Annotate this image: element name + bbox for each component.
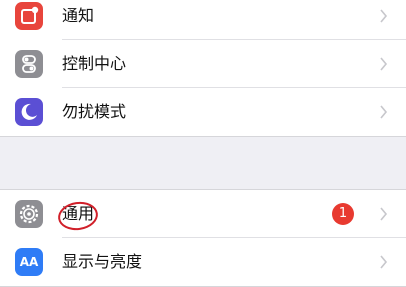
chevron-right-icon — [380, 105, 388, 119]
chevron-right-icon — [380, 207, 388, 221]
display-brightness-icon: AA — [15, 248, 43, 276]
display-brightness-icon-text: AA — [19, 255, 39, 269]
settings-group-bottom: 通用 1 AA 显示与亮度 — [0, 189, 406, 287]
do-not-disturb-icon — [15, 98, 43, 126]
display-brightness-label: 显示与亮度 — [62, 252, 143, 271]
chevron-right-icon — [380, 57, 388, 71]
do-not-disturb-row[interactable]: 勿扰模式 — [0, 88, 406, 136]
notifications-label: 通知 — [62, 6, 95, 25]
control-center-label: 控制中心 — [62, 54, 127, 73]
chevron-right-icon — [380, 255, 388, 269]
control-center-icon — [15, 50, 43, 78]
notifications-icon — [15, 2, 43, 30]
settings-group-top: 通知 控制中心 勿扰模式 — [0, 0, 406, 137]
general-row[interactable]: 通用 1 — [0, 190, 406, 238]
update-badge: 1 — [332, 203, 354, 225]
do-not-disturb-label: 勿扰模式 — [62, 102, 127, 121]
notifications-row[interactable]: 通知 — [0, 0, 406, 40]
gear-icon — [15, 200, 43, 228]
display-brightness-row[interactable]: AA 显示与亮度 — [0, 238, 406, 286]
chevron-right-icon — [380, 9, 388, 23]
control-center-row[interactable]: 控制中心 — [0, 40, 406, 88]
